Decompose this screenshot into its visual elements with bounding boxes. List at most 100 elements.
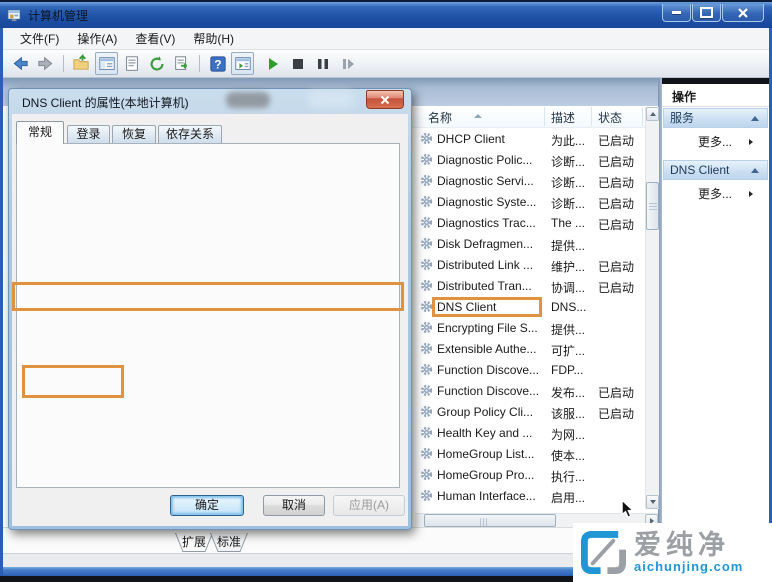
tab-recovery[interactable]: 恢复	[112, 125, 156, 144]
app-icon	[7, 8, 22, 23]
tab-general[interactable]: 常规	[16, 121, 64, 144]
watermark-domain: aichunjing.com	[634, 559, 743, 574]
submenu-arrow-icon	[749, 191, 753, 197]
console-window-icon[interactable]	[95, 52, 118, 75]
actions-more-dnsclient[interactable]: 更多...	[662, 186, 767, 203]
collapse-icon[interactable]	[751, 116, 759, 121]
service-desc: The ...	[551, 216, 595, 230]
restart-service-icon[interactable]	[336, 52, 359, 75]
scroll-up-button[interactable]	[646, 107, 659, 121]
apply-button[interactable]: 应用(A)	[333, 495, 405, 516]
service-desc: 诊断...	[551, 174, 595, 191]
aichunjing-logo-icon	[580, 529, 627, 576]
actions-section-services-label: 服务	[670, 111, 694, 125]
service-gear-icon	[420, 237, 434, 251]
service-name: Disk Defragmen...	[437, 237, 539, 251]
minimize-button[interactable]	[662, 4, 691, 22]
service-status: 已启动	[598, 153, 642, 170]
tab-standard-label: 标准	[217, 535, 241, 549]
column-header-name[interactable]: 名称	[428, 109, 452, 126]
collapse-icon[interactable]	[751, 168, 759, 173]
service-gear-icon	[420, 426, 434, 440]
column-header-status[interactable]: 状态	[598, 109, 622, 126]
vertical-scrollbar-thumb[interactable]	[646, 182, 659, 230]
ok-button[interactable]: 确定	[170, 495, 244, 516]
service-status: 已启动	[598, 279, 642, 296]
menu-help[interactable]: 帮助(H)	[184, 28, 243, 49]
service-desc: 使本...	[551, 447, 595, 464]
column-separator[interactable]	[544, 107, 545, 126]
service-gear-icon	[420, 132, 434, 146]
refresh-icon[interactable]	[145, 52, 168, 75]
service-desc: 发布...	[551, 384, 595, 401]
actions-section-services[interactable]: 服务	[663, 108, 768, 128]
back-icon[interactable]	[9, 52, 32, 75]
column-separator[interactable]	[642, 107, 643, 126]
show-action-pane-icon[interactable]	[231, 52, 254, 75]
minimize-icon	[672, 11, 681, 14]
tab-dependencies[interactable]: 依存关系	[158, 125, 222, 144]
pause-service-icon[interactable]	[311, 52, 334, 75]
actions-pane-title: 操作	[672, 88, 696, 105]
service-gear-icon	[420, 300, 434, 314]
menu-action[interactable]: 操作(A)	[68, 28, 126, 49]
window-title: 计算机管理	[28, 7, 88, 24]
help-icon[interactable]: ?	[206, 52, 229, 75]
service-name: Function Discove...	[437, 384, 539, 398]
actions-section-dnsclient[interactable]: DNS Client	[663, 160, 768, 180]
service-desc: FDP...	[551, 363, 595, 377]
close-window-button[interactable]	[722, 4, 764, 22]
column-separator[interactable]	[591, 107, 592, 126]
dialog-close-button[interactable]	[366, 90, 404, 109]
service-name: Distributed Tran...	[437, 279, 539, 293]
service-gear-icon	[420, 447, 434, 461]
tab-standard[interactable]: 标准	[210, 533, 248, 552]
titlebar-glass-streak	[308, 91, 354, 108]
stop-service-icon[interactable]	[286, 52, 309, 75]
service-desc: 提供...	[551, 237, 595, 254]
service-gear-icon	[420, 174, 434, 188]
service-desc: 诊断...	[551, 153, 595, 170]
menu-view[interactable]: 查看(V)	[126, 28, 184, 49]
cancel-button[interactable]: 取消	[263, 495, 325, 516]
menu-file[interactable]: 文件(F)	[11, 28, 68, 49]
horizontal-scrollbar-thumb[interactable]	[424, 514, 556, 527]
actions-more-dnsclient-label: 更多...	[698, 186, 732, 202]
actions-pane: 操作 服务 更多... DNS Client 更多...	[662, 84, 769, 553]
service-desc: 诊断...	[551, 195, 595, 212]
toolbar: ?	[3, 50, 769, 78]
service-desc: 启用...	[551, 489, 595, 506]
tab-extended[interactable]: 扩展	[175, 533, 213, 552]
column-header-desc[interactable]: 描述	[551, 109, 575, 126]
scroll-down-button[interactable]	[646, 495, 659, 509]
actions-section-dnsclient-label: DNS Client	[670, 163, 729, 177]
toolbar-separator	[63, 55, 64, 72]
maximize-button[interactable]	[692, 4, 721, 22]
arrow-up-icon	[650, 112, 656, 116]
start-service-icon[interactable]	[261, 52, 284, 75]
export-list-icon[interactable]	[170, 52, 193, 75]
service-desc: 可扩...	[551, 342, 595, 359]
service-status: 已启动	[598, 132, 642, 149]
service-gear-icon	[420, 489, 434, 503]
forward-icon[interactable]	[34, 52, 57, 75]
show-console-tree-icon[interactable]	[70, 52, 93, 75]
service-gear-icon	[420, 153, 434, 167]
service-status: 已启动	[598, 216, 642, 233]
divider	[662, 106, 769, 107]
tab-logon[interactable]: 登录	[67, 125, 110, 144]
service-desc: 协调...	[551, 279, 595, 296]
properties-icon[interactable]	[120, 52, 143, 75]
vertical-scrollbar[interactable]	[645, 107, 659, 509]
service-gear-icon	[420, 321, 434, 335]
service-desc: 为网...	[551, 426, 595, 443]
toolbar-separator	[199, 55, 200, 72]
service-gear-icon	[420, 216, 434, 230]
submenu-arrow-icon	[749, 139, 753, 145]
svg-text:?: ?	[214, 58, 221, 71]
arrow-down-icon	[650, 500, 656, 504]
menu-bar: 文件(F) 操作(A) 查看(V) 帮助(H)	[3, 28, 769, 50]
service-gear-icon	[420, 195, 434, 209]
service-name: DHCP Client	[437, 132, 539, 146]
actions-more-services[interactable]: 更多...	[662, 134, 767, 151]
